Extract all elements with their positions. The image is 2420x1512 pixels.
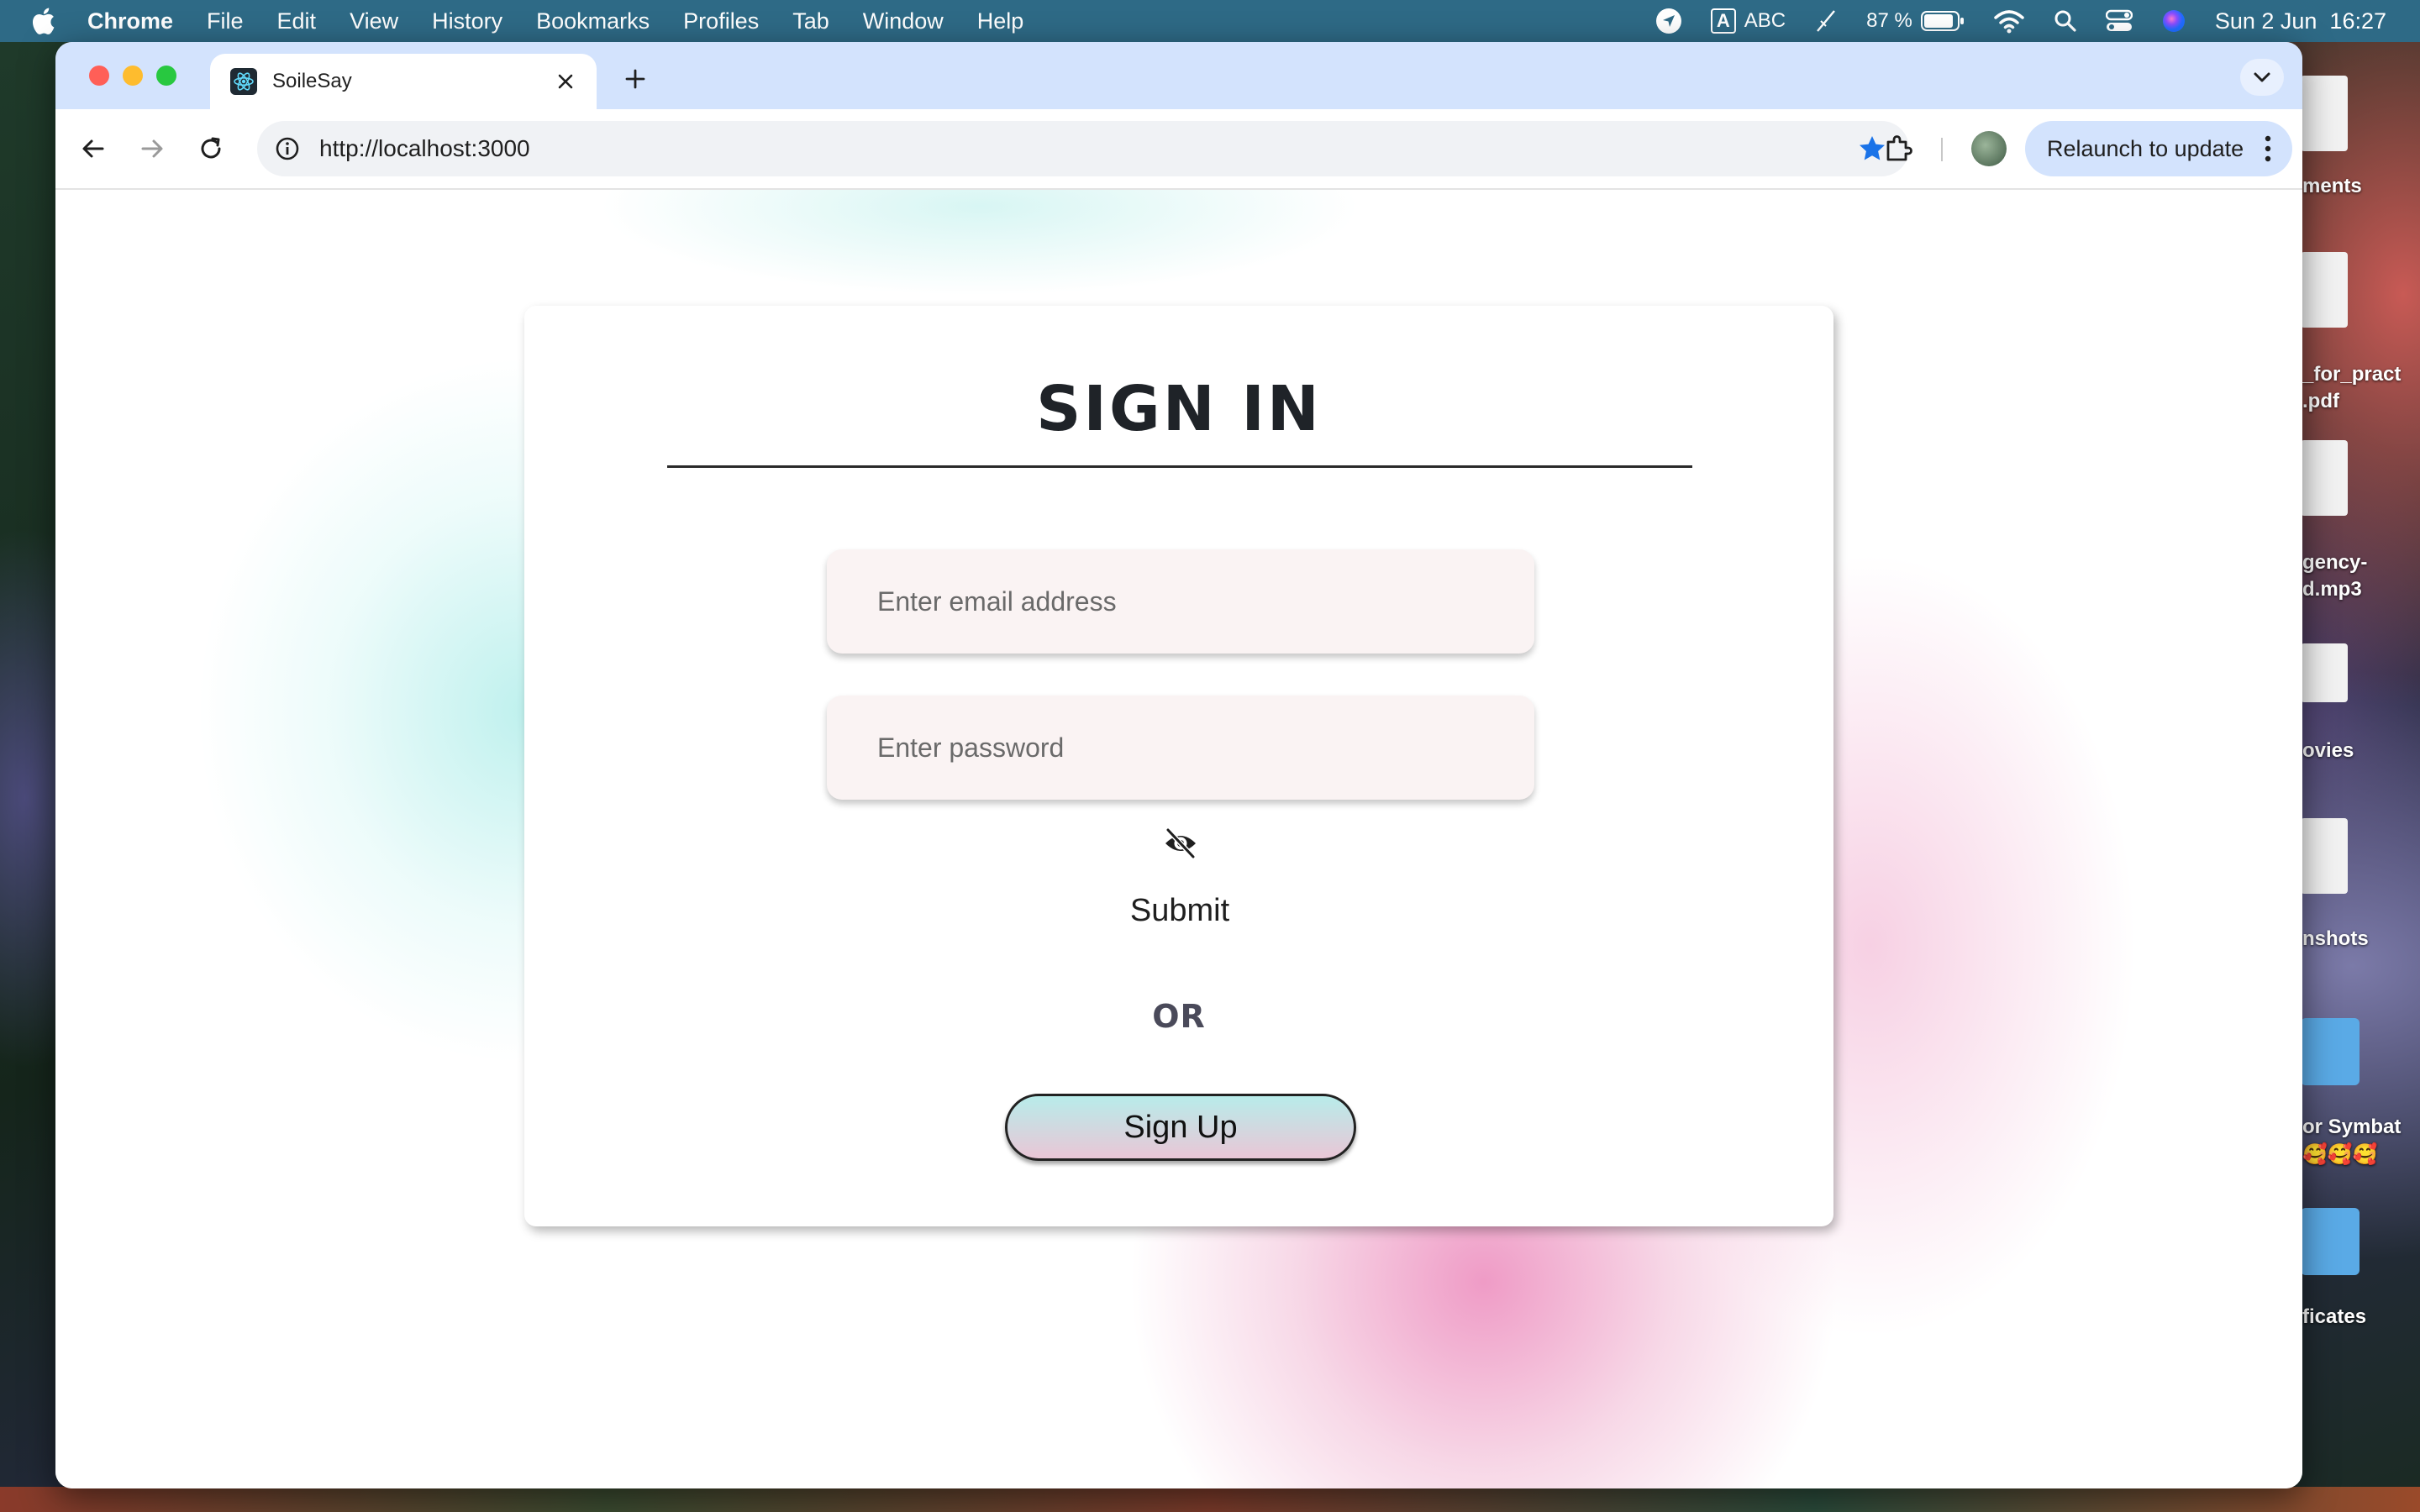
desktop-item-label[interactable]: nshots (2302, 927, 2420, 951)
page-title: SIGN IN (1036, 373, 1322, 445)
desktop-item-label[interactable]: ments (2302, 175, 2420, 198)
desktop-item-label[interactable]: d.mp3 (2302, 578, 2420, 601)
wallpaper-bottom-strip (0, 1487, 2420, 1512)
forward-button[interactable] (131, 128, 173, 170)
arrow-right-icon (141, 139, 163, 158)
desktop-item-label[interactable]: gency- (2302, 551, 2420, 575)
browser-window: SoileSay http://localhost:3000 Relaunch … (55, 42, 2302, 1488)
desktop-file-icon[interactable] (2301, 643, 2348, 702)
menu-history[interactable]: History (432, 8, 502, 34)
menu-app-name[interactable]: Chrome (87, 8, 173, 34)
desktop-file-icon[interactable] (2301, 818, 2348, 894)
desktop-audio-icon[interactable] (2301, 440, 2348, 516)
title-divider (667, 465, 1692, 468)
sign-in-card: SIGN IN Submit OR Sign Up (524, 306, 1833, 1226)
input-source-menu[interactable]: A ABC (1710, 8, 1786, 34)
mac-menu-bar: Chrome File Edit View History Bookmarks … (0, 0, 2420, 42)
battery-percent: 87 % (1866, 9, 1912, 32)
battery-icon (1920, 11, 1964, 31)
menu-edit[interactable]: Edit (277, 8, 317, 34)
submit-button[interactable]: Submit (1054, 885, 1306, 936)
chevron-down-icon (2254, 72, 2270, 82)
react-favicon-icon (230, 68, 257, 95)
desktop-item-label[interactable]: 🥰🥰🥰 (2302, 1142, 2420, 1167)
menu-tab[interactable]: Tab (792, 8, 829, 34)
password-input[interactable] (827, 696, 1534, 800)
browser-toolbar: http://localhost:3000 Relaunch to update (55, 109, 2302, 190)
menu-help[interactable]: Help (977, 8, 1024, 34)
input-source-label: ABC (1744, 9, 1786, 32)
window-zoom-button[interactable] (156, 66, 176, 86)
tab-close-icon[interactable] (551, 67, 580, 96)
menu-bar-status-area: A ABC 87 % Sun 2 Jun 16:27 (1655, 0, 2386, 42)
desktop-item-label[interactable]: .pdf (2302, 390, 2420, 413)
menu-file[interactable]: File (207, 8, 244, 34)
or-divider-label: OR (1152, 998, 1206, 1035)
menu-bookmarks[interactable]: Bookmarks (536, 8, 650, 34)
pen-slash-icon[interactable] (1814, 9, 1838, 33)
desktop-item-label[interactable]: or Symbat (2302, 1116, 2420, 1139)
tab-search-button[interactable] (2240, 59, 2284, 96)
tab-active[interactable]: SoileSay (210, 54, 597, 109)
back-button[interactable] (72, 128, 114, 170)
desktop-file-icon[interactable] (2301, 252, 2348, 328)
address-url[interactable]: http://localhost:3000 (319, 135, 1855, 162)
new-tab-button[interactable] (617, 60, 654, 97)
menu-window[interactable]: Window (863, 8, 944, 34)
desktop-file-icon[interactable] (2301, 76, 2348, 151)
relaunch-update-button[interactable]: Relaunch to update (2025, 121, 2292, 176)
window-close-button[interactable] (89, 66, 109, 86)
arrow-left-icon (82, 139, 104, 158)
reload-icon (201, 137, 221, 159)
tab-strip: SoileSay (55, 42, 2302, 109)
desktop-item-label[interactable]: ficates (2302, 1305, 2420, 1329)
desktop-folder-icon[interactable] (2301, 1018, 2360, 1085)
address-bar[interactable]: http://localhost:3000 (257, 121, 1909, 176)
tab-title: SoileSay (272, 70, 352, 92)
profile-avatar[interactable] (1971, 131, 2007, 166)
desktop-item-label[interactable]: ovies (2302, 739, 2420, 763)
location-arrow-icon[interactable] (1655, 8, 1682, 34)
spotlight-search-icon[interactable] (2054, 9, 2077, 33)
wifi-icon[interactable] (1993, 8, 2025, 34)
page-viewport: SIGN IN Submit OR Sign Up (55, 190, 2302, 1488)
desktop-item-label[interactable]: _for_pract (2302, 363, 2420, 386)
email-input[interactable] (827, 549, 1534, 654)
relaunch-label: Relaunch to update (2047, 135, 2244, 161)
toolbar-divider (1941, 138, 1943, 161)
input-source-badge: A (1710, 8, 1736, 34)
siri-icon[interactable] (2161, 8, 2186, 34)
more-vertical-icon[interactable] (2255, 135, 2281, 162)
apple-menu-icon[interactable] (30, 7, 55, 35)
extensions-puzzle-icon[interactable] (1877, 128, 1919, 170)
control-center-icon[interactable] (2105, 9, 2133, 33)
window-minimize-button[interactable] (123, 66, 143, 86)
eye-slash-icon[interactable] (1163, 827, 1198, 860)
sign-up-button[interactable]: Sign Up (1005, 1094, 1356, 1161)
desktop-folder-icon[interactable] (2301, 1208, 2360, 1275)
menu-profiles[interactable]: Profiles (683, 8, 759, 34)
menu-view[interactable]: View (350, 8, 398, 34)
battery-status[interactable]: 87 % (1866, 9, 1965, 33)
menu-clock[interactable]: Sun 2 Jun 16:27 (2215, 8, 2386, 34)
reload-button[interactable] (190, 128, 232, 170)
site-info-icon[interactable] (272, 134, 302, 164)
